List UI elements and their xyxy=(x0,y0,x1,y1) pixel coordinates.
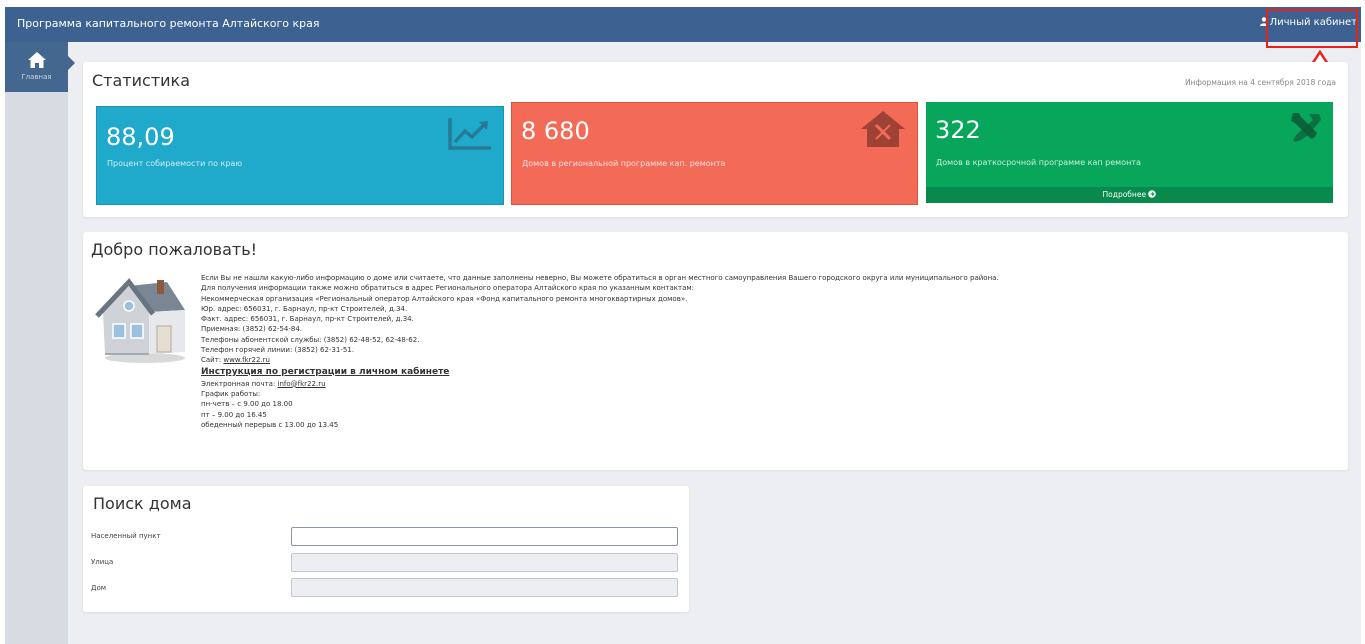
stat-value: 8 680 xyxy=(521,117,590,145)
info-line: Телефоны абонентской службы: (3852) 62-4… xyxy=(201,335,420,344)
arrow-circle-right-icon xyxy=(1148,190,1157,198)
stat-tile-regional-program: 8 680 Домов в региональной программе кап… xyxy=(511,102,918,205)
stat-label: Домов в краткосрочной программе кап ремо… xyxy=(936,158,1141,167)
stat-value: 88,09 xyxy=(106,123,175,151)
site-link[interactable]: www.fkr22.ru xyxy=(223,356,270,364)
statistics-title: Статистика xyxy=(92,71,190,90)
site-label: Сайт: xyxy=(201,356,224,365)
tools-icon xyxy=(1291,113,1321,142)
house-search-title: Поиск дома xyxy=(93,494,192,513)
schedule-line: пн-четв – с 9.00 до 18.00 xyxy=(201,400,293,409)
info-line: Для получения информации также можно обр… xyxy=(201,284,695,293)
street-label: Улица xyxy=(91,558,114,566)
sidebar-item-label: Главная xyxy=(21,73,52,81)
house-input[interactable] xyxy=(291,578,678,597)
email-label: Электронная почта: xyxy=(201,379,278,388)
schedule-line: График работы: xyxy=(201,389,261,398)
personal-cabinet-label: Личный кабинет xyxy=(1269,17,1357,28)
schedule-line: обеденный перерыв с 13.00 до 13.45 xyxy=(201,420,339,429)
info-date: Информация на 4 сентября 2018 года xyxy=(1184,78,1336,87)
info-line: Некоммерческая организация «Региональный… xyxy=(201,294,688,303)
email-line: Электронная почта: info@fkr22.ru xyxy=(201,379,999,389)
stat-tile-short-term-program: 322 Домов в краткосрочной программе кап … xyxy=(926,102,1333,203)
welcome-panel: Добро пожаловать! Если Вы не нашли какую… xyxy=(83,232,1348,470)
house-illustration xyxy=(95,278,185,363)
info-line: Если Вы не нашли какую-либо информацию о… xyxy=(201,274,999,282)
sidebar-item-home[interactable]: Главная xyxy=(5,42,75,92)
stat-tile-collection: 88,09 Процент собираемости по краю xyxy=(96,106,504,205)
house-label: Дом xyxy=(91,584,107,592)
statistics-panel: Статистика Информация на 4 сентября 2018… xyxy=(83,62,1348,217)
trending-up-icon xyxy=(448,118,491,150)
site-line: Сайт: www.fkr22.ru xyxy=(201,355,999,365)
info-line: Факт. адрес: 656031, г. Барнаул, пр-кт С… xyxy=(201,315,414,324)
more-details-label: Подробнее xyxy=(1102,190,1147,199)
more-details-button[interactable]: Подробнее xyxy=(926,187,1333,203)
settlement-label: Населенный пункт xyxy=(91,532,161,540)
sidebar: Главная xyxy=(5,42,75,644)
street-input[interactable] xyxy=(291,553,678,572)
info-line: Телефон горячей линии: (3852) 62-31-51. xyxy=(201,346,355,355)
info-line: Приемная: (3852) 62-54-84. xyxy=(201,325,303,334)
home-icon xyxy=(27,52,46,68)
email-link[interactable]: info@fkr22.ru xyxy=(278,380,326,388)
house-repair-icon xyxy=(861,111,905,147)
schedule-line: пт – 9.00 до 16.45 xyxy=(201,410,267,419)
registration-instruction-link[interactable]: Инструкция по регистрации в личном кабин… xyxy=(201,366,999,379)
personal-cabinet-link[interactable]: Личный кабинет xyxy=(1259,17,1357,28)
welcome-title: Добро пожаловать! xyxy=(91,240,258,259)
stat-value: 322 xyxy=(935,116,981,144)
stat-label: Процент собираемости по краю xyxy=(107,159,243,168)
user-icon xyxy=(1259,17,1268,26)
top-navbar: Программа капитального ремонта Алтайског… xyxy=(5,7,1361,42)
site-title[interactable]: Программа капитального ремонта Алтайског… xyxy=(17,17,320,30)
stat-label: Домов в региональной программе кап. ремо… xyxy=(522,159,726,168)
contact-info: Если Вы не нашли какую-либо информацию о… xyxy=(201,273,999,430)
house-search-panel: Поиск дома Населенный пункт Улица Дом xyxy=(83,486,689,612)
info-line: Юр. адрес: 656031, г. Барнаул, пр-кт Стр… xyxy=(201,304,408,313)
settlement-input[interactable] xyxy=(291,527,678,546)
